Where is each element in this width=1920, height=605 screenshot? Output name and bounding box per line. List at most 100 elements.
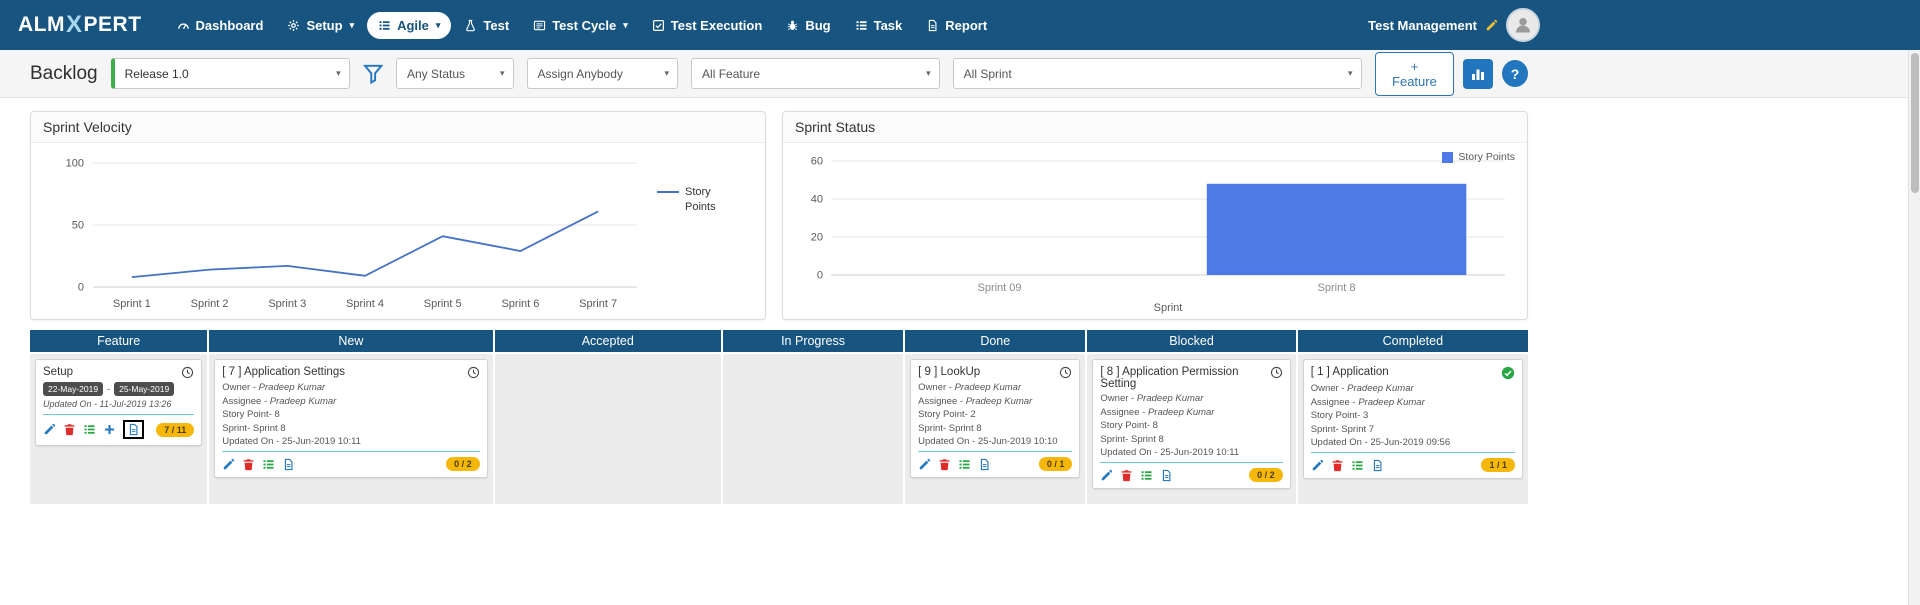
owner-line: Owner - Pradeep Kumar (222, 382, 326, 393)
page-title: Backlog (30, 62, 98, 84)
clock-icon[interactable] (1059, 366, 1072, 379)
delete-icon[interactable] (1120, 469, 1133, 482)
status-legend: Story Points (1442, 151, 1515, 163)
file-icon[interactable] (1371, 459, 1384, 472)
nav-label: Setup (306, 17, 343, 33)
nav-user-area: Test Management (1368, 8, 1540, 42)
list-icon[interactable] (1140, 469, 1153, 482)
list-icon[interactable] (83, 423, 96, 436)
svg-text:60: 60 (811, 156, 823, 168)
nav-label: Report (945, 17, 988, 33)
nav-label: Test Cycle (552, 17, 617, 33)
velocity-legend: Story Points (657, 185, 733, 317)
filter-funnel-icon[interactable] (363, 63, 383, 84)
svg-text:40: 40 (811, 194, 823, 206)
status-select[interactable]: Any Status ▾ (396, 58, 514, 89)
user-label[interactable]: Test Management (1368, 18, 1477, 33)
nav-bug[interactable]: Bug (775, 12, 841, 39)
file-icon[interactable] (978, 458, 991, 471)
vertical-scrollbar[interactable] (1908, 50, 1920, 605)
nav-test-cycle[interactable]: Test Cycle ▾ (522, 12, 639, 39)
nav-dashboard[interactable]: Dashboard (166, 12, 275, 39)
nav-task[interactable]: Task (844, 12, 914, 39)
updated-line: Updated On - 25-Jun-2019 10:11 (1100, 447, 1240, 458)
scrollbar-thumb[interactable] (1910, 53, 1919, 193)
assignee-select[interactable]: Assign Anybody ▾ (526, 58, 679, 89)
add-feature-button[interactable]: + Feature (1374, 51, 1455, 96)
progress-badge: 7 / 11 (156, 422, 195, 437)
legend-swatch-icon (1442, 151, 1454, 163)
clock-icon[interactable] (1270, 366, 1283, 379)
sprint-value: All Sprint (963, 66, 1012, 81)
help-button[interactable]: ? (1502, 60, 1529, 87)
sprint-velocity-title: Sprint Velocity (31, 112, 765, 143)
svg-text:Sprint 4: Sprint 4 (346, 298, 384, 310)
story-point-line: Story Point- 3 (1310, 410, 1369, 421)
nav-setup[interactable]: Setup ▾ (276, 12, 365, 39)
file-icon[interactable] (1160, 469, 1173, 482)
delete-icon[interactable] (938, 458, 951, 471)
nav-test[interactable]: Test (453, 12, 520, 39)
edit-profile-pencil-icon[interactable] (1485, 19, 1498, 32)
status-legend-label: Story Points (1458, 151, 1515, 163)
edit-icon[interactable] (43, 423, 56, 436)
story-card[interactable]: [ 7 ] Application Settings Owner - Prade… (214, 359, 488, 478)
owner-line: Owner - Pradeep Kumar (1310, 383, 1414, 394)
nav-agile[interactable]: Agile ▾ (367, 11, 452, 39)
top-navbar: ALM X PERT Dashboard Setup ▾ Agile ▾ Test Te… (0, 0, 1920, 50)
edit-icon[interactable] (918, 458, 931, 471)
file-icon[interactable] (282, 458, 295, 471)
edit-icon[interactable] (1100, 469, 1113, 482)
task-count-badge: 0 / 1 (1038, 457, 1073, 471)
nav-test-execution[interactable]: Test Execution (641, 12, 774, 39)
story-card[interactable]: [ 9 ] LookUp Owner - Pradeep Kumar Assig… (910, 359, 1081, 478)
feature-select[interactable]: All Feature ▾ (691, 58, 940, 89)
column-body-in-progress (722, 354, 904, 504)
release-select[interactable]: Release 1.0 ▾ (110, 58, 350, 89)
chart-button[interactable] (1463, 58, 1494, 89)
board-file-icon-focused[interactable] (123, 420, 144, 439)
column-body-blocked: [ 8 ] Application Permission Setting Own… (1087, 354, 1296, 504)
card-title: [ 9 ] LookUp (918, 366, 981, 378)
avatar[interactable] (1506, 8, 1540, 42)
kanban-column-done: Done [ 9 ] LookUp Owner - Pradeep Kumar … (905, 330, 1086, 504)
story-card[interactable]: [ 1 ] Application Owner - Pradeep Kumar … (1302, 359, 1523, 479)
updated-line: Updated On - 25-Jun-2019 09:56 (1310, 437, 1451, 448)
svg-text:Sprint 09: Sprint 09 (977, 282, 1021, 294)
sprint-line: Sprint- Sprint 8 (918, 422, 982, 434)
velocity-legend-label: Story Points (685, 186, 716, 213)
delete-icon[interactable] (1331, 459, 1344, 472)
check-square-icon (652, 19, 665, 32)
chevron-down-icon: ▾ (499, 68, 505, 78)
nav-report[interactable]: Report (915, 12, 998, 39)
clock-icon[interactable] (181, 366, 194, 379)
nav-label: Dashboard (195, 17, 264, 33)
list-icon[interactable] (958, 458, 971, 471)
column-header-accepted: Accepted (494, 330, 721, 352)
card-actions: 7 / 11 (43, 414, 195, 439)
list-icon[interactable] (262, 458, 275, 471)
main-nav: Dashboard Setup ▾ Agile ▾ Test Test Cycle ▾… (166, 11, 999, 39)
charts-row: Sprint Velocity 0 50 100 Sprint 1 Sprint 2 Sp… (30, 111, 1528, 320)
delete-icon[interactable] (242, 458, 255, 471)
date-range: 22-May-2019 - 25-May-2019 (43, 382, 194, 396)
chevron-down-icon: ▾ (623, 19, 628, 30)
clock-icon[interactable] (467, 366, 480, 379)
edit-icon[interactable] (222, 458, 235, 471)
assignee-line: Assignee - Pradeep Kumar (1100, 406, 1215, 418)
chevron-down-icon: ▾ (1348, 68, 1353, 78)
delete-icon[interactable] (63, 423, 76, 436)
brand-logo[interactable]: ALM X PERT (18, 11, 142, 39)
svg-text:Sprint 8: Sprint 8 (1318, 282, 1356, 294)
story-card[interactable]: [ 8 ] Application Permission Setting Own… (1092, 359, 1291, 489)
column-header-new: New (209, 330, 493, 352)
list-icon[interactable] (1351, 459, 1364, 472)
feature-card[interactable]: Setup 22-May-2019 - 25-May-2019 Updated … (35, 359, 203, 446)
agile-list-icon (378, 19, 391, 32)
story-point-line: Story Point- 8 (222, 409, 280, 420)
add-icon[interactable] (103, 423, 116, 436)
kanban-column-accepted: Accepted (494, 330, 721, 504)
sprint-select[interactable]: All Sprint ▾ (952, 58, 1362, 89)
updated-line: Updated On - 25-Jun-2019 10:10 (918, 436, 1058, 447)
edit-icon[interactable] (1311, 459, 1324, 472)
